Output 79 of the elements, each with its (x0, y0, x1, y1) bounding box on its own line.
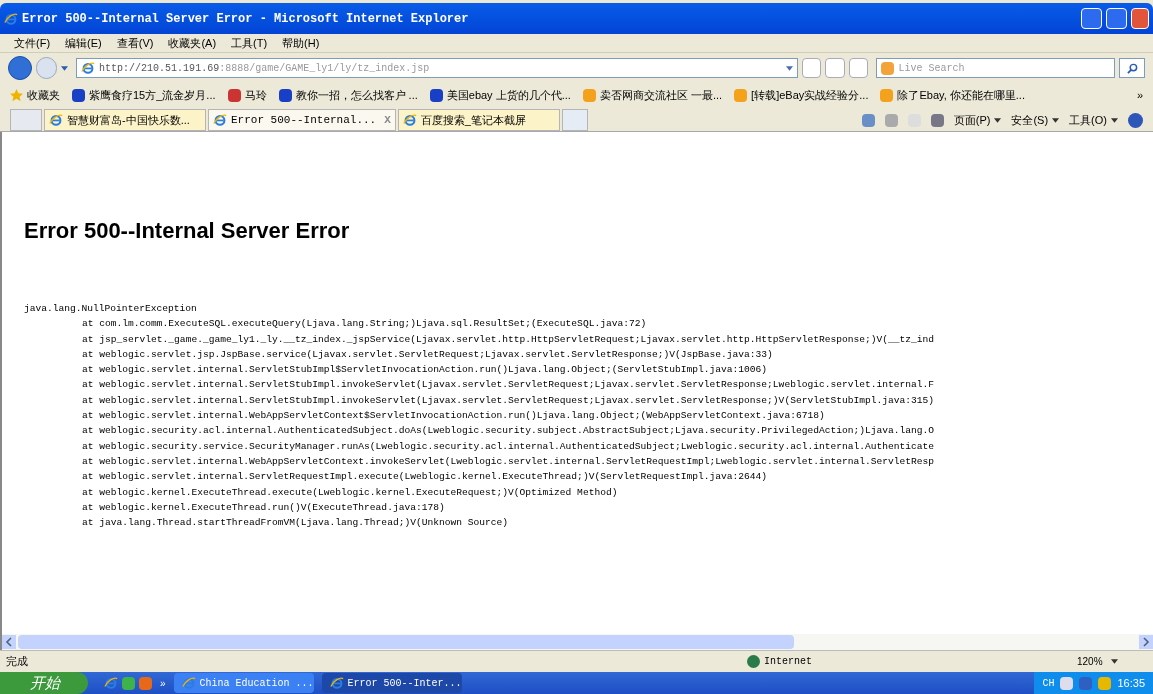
taskbar-button[interactable]: Error 500--Inter... (321, 673, 462, 693)
command-menu[interactable]: 页面(P) (953, 111, 991, 129)
favicon-icon (227, 88, 241, 102)
favicon-icon (880, 88, 894, 102)
favorite-link[interactable]: 美国ebay 上货的几个代... (446, 86, 571, 104)
tab-label: 智慧财富岛-中国快乐数... (67, 112, 191, 128)
menu-item[interactable]: 编辑(E) (65, 34, 102, 52)
browser-icon (81, 61, 96, 75)
tray-icon (1079, 676, 1093, 690)
stack-trace: java.lang.NullPointerException at com.lm.comm.ExecuteSQL.executeQuery(Ljava.lang.String;)Ljava.sql.ResultSet;(ExecuteSQL.java:72) at jsp_servlet._game._game_ly1._ly.__tz_index._jspService(Ljavax.servlet.http.HttpServletRequest;Ljavax.servlet.http.HttpServletResponse;)V(__tz_ind at weblogic.servlet.jsp.JspBase.service(Ljavax.servlet.ServletRequest;Ljavax.servlet.ServletResponse;)V(JspBase.java:33) at weblogic.servlet.internal.ServletStubImpl$ServletInvocationAction.run()Ljava.lang.Object;(ServletStubImpl.java:1006) at weblogic.servlet.internal.ServletStubImpl.invokeServlet(Ljavax.servlet.ServletRequest;Ljavax.servlet.ServletResponse;Lweblogic.servlet.internal.F at weblogic.servlet.internal.ServletStubImpl.invokeServlet(Ljavax.servlet.ServletRequest;Ljavax.servlet.ServletResponse;)V(ServletStubImpl.java:315) at weblogic.servlet.internal.WebAppServletContext$ServletInvocationAction.run()Ljava.lang.Object;(WebAppServletContext.java:6718) at weblogic.security.acl.internal.AuthenticatedSubject.doAs(Lweblogic.security.subject.AbstractSubject;Ljava.security.PrivilegedAction;)Ljava.lang.O at weblogic.security.service.SecurityManager.runAs(Lweblogic.security.acl.internal.AuthenticatedSubject;Lweblogic.security.acl.internal.Authenticate at weblogic.servlet.internal.WebAppServletContext.invokeServlet(Lweblogic.servlet.internal.ServletRequestImpl;Lweblogic.servlet.internal.ServletResp at weblogic.servlet.internal.ServletRequestImpl.execute(Lweblogic.kernel.ExecuteThread;)V(ServletRequestImpl.java:2644) at weblogic.kernel.ExecuteThread.execute(Lweblogic.kernel.ExecuteRequest;)V(Optimized Method) at weblogic.kernel.ExecuteThread.run()V(ExecuteThread.java:178) at java.lang.Thread.startThreadFromVM(Ljava.lang.Thread;)V(Unknown Source) (24, 302, 936, 531)
browser-icon (329, 676, 344, 690)
favicon-icon (429, 88, 443, 102)
status-text: 完成 (6, 654, 29, 670)
favorites-button[interactable]: 收藏夹 (27, 86, 60, 104)
menu-item[interactable]: 查看(V) (116, 34, 154, 52)
favicon-icon (734, 88, 748, 102)
taskbar-button[interactable]: China Education ... (173, 673, 314, 693)
search-input[interactable]: Live Search (898, 60, 1111, 76)
url-host: http://210.51.191.69 (99, 61, 220, 76)
browser-tab[interactable]: 智慧财富岛-中国快乐数... (44, 109, 206, 131)
favorite-link[interactable]: 除了Ebay, 你还能在哪里... (897, 86, 1025, 104)
tray-icon (1098, 676, 1112, 690)
browser-icon (4, 11, 18, 26)
url-path: :8888/game/GAME_ly1/ly/tz_index.jsp (219, 61, 431, 76)
caret-icon (994, 117, 1002, 123)
menu-item[interactable]: 帮助(H) (282, 34, 320, 52)
caret-icon (1111, 117, 1118, 123)
refresh-button[interactable] (825, 58, 845, 78)
scroll-right-button[interactable] (1139, 635, 1153, 649)
caret-icon (1052, 117, 1060, 123)
tab-label: Error 500--Internal... (231, 112, 377, 128)
search-icon (1126, 62, 1138, 74)
menu-item[interactable]: 工具(T) (231, 34, 268, 52)
browser-icon (104, 676, 118, 690)
close-button[interactable] (1131, 8, 1149, 29)
favorite-link[interactable]: 卖否网商交流社区 一最... (599, 86, 723, 104)
command-menu[interactable]: 工具(O) (1069, 111, 1107, 129)
more-button[interactable]: » (1136, 86, 1143, 104)
clock: 16:35 (1117, 675, 1145, 691)
restore-button[interactable] (1106, 8, 1127, 29)
caret-icon (61, 65, 69, 71)
favorite-link[interactable]: 紫鹰食疗15方_流金岁月... (89, 86, 216, 104)
window-title: Error 500--Internal Server Error - Microsoft Internet Explorer (22, 10, 470, 28)
stop-button[interactable] (848, 58, 869, 78)
horizontal-scrollbar[interactable] (0, 634, 1153, 650)
start-button[interactable]: 开始 (0, 672, 88, 694)
favicon-icon (72, 88, 85, 102)
browser-tab[interactable]: Error 500--Internal... X (208, 109, 396, 131)
star-icon (10, 88, 23, 102)
zone-label: Internet (764, 655, 812, 669)
favorite-link[interactable]: 教你一招，怎么找客户 ... (295, 86, 418, 104)
favicon-icon (582, 88, 596, 102)
zoom-level[interactable]: 120% (1077, 654, 1103, 669)
browser-icon (213, 113, 227, 127)
address-field[interactable]: http://210.51.191.69:8888/game/GAME_ly1/ly/tz_index.jsp (76, 58, 798, 78)
menu-item[interactable]: 收藏夹(A) (168, 34, 217, 52)
caret-icon (1110, 659, 1118, 664)
tab-label: 百度搜索_笔记本截屏 (420, 112, 527, 128)
menu-item[interactable]: 文件(F) (14, 34, 51, 52)
browser-icon (181, 676, 196, 690)
compat-button[interactable] (801, 58, 822, 78)
dropdown-icon (785, 65, 793, 71)
scroll-left-button[interactable] (2, 635, 16, 649)
more-button[interactable]: » (160, 675, 166, 691)
favorite-link[interactable]: 马玲 (244, 86, 267, 104)
error-heading: Error 500--Internal Server Error (24, 217, 351, 245)
browser-icon (49, 113, 63, 127)
app-icon (122, 676, 135, 690)
scroll-thumb[interactable] (18, 635, 794, 649)
app-icon (139, 676, 152, 690)
browser-icon (402, 113, 417, 127)
back-button[interactable] (8, 56, 32, 80)
favicon-icon (278, 88, 292, 102)
search-button[interactable] (1119, 58, 1145, 78)
minimize-button[interactable] (1081, 8, 1102, 29)
command-menu[interactable]: 安全(S) (1011, 111, 1049, 129)
browser-tab[interactable]: 百度搜索_笔记本截屏 (397, 109, 560, 131)
search-field[interactable]: Live Search (876, 58, 1116, 78)
favorite-link[interactable]: [转载]eBay实战经验分... (751, 86, 869, 104)
